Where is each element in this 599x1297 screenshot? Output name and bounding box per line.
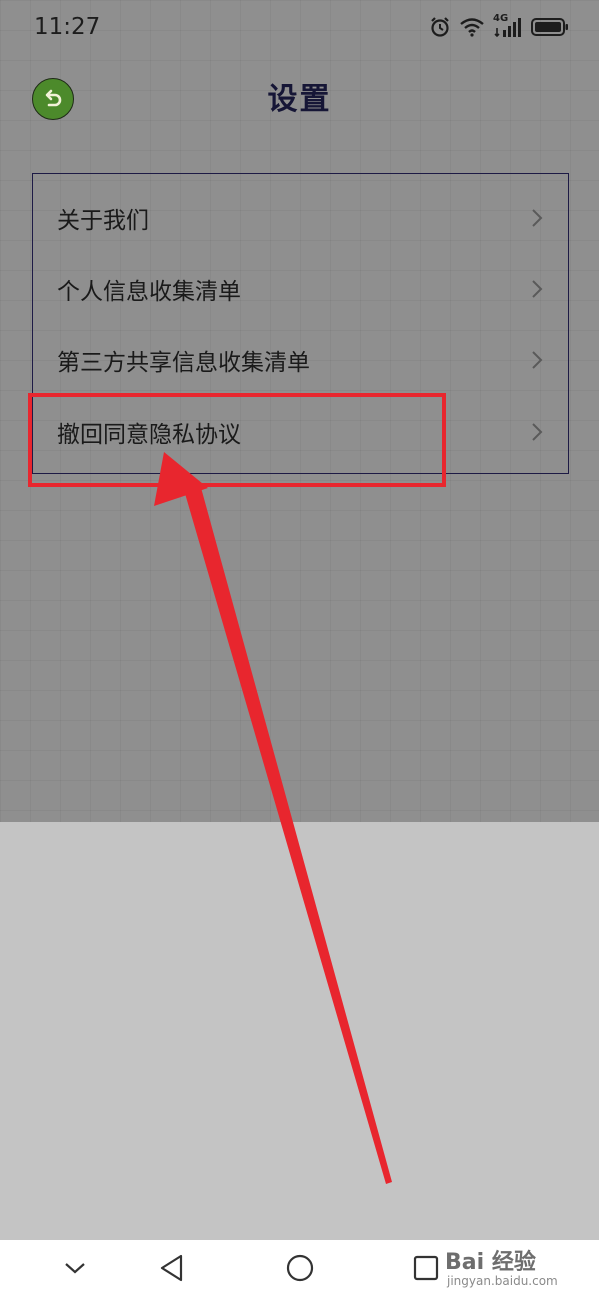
menu-item-label: 关于我们 — [57, 208, 149, 234]
status-icons: 4G — [429, 13, 569, 38]
status-bar: 11:27 4G — [0, 0, 599, 58]
settings-menu: 关于我们 个人信息收集清单 第三方共享信息收集清单 撤回同意隐私协议 — [32, 173, 569, 474]
menu-item-label: 第三方共享信息收集清单 — [57, 350, 310, 376]
menu-item-personal-info-list[interactable]: 个人信息收集清单 — [33, 253, 568, 325]
menu-item-label: 撤回同意隐私协议 — [57, 422, 241, 448]
signal-icon: 4G — [493, 13, 523, 38]
blank-lower-area — [0, 822, 599, 1240]
menu-item-about-us[interactable]: 关于我们 — [33, 182, 568, 254]
chevron-right-icon — [532, 351, 543, 369]
back-triangle-icon[interactable] — [152, 1248, 192, 1288]
home-circle-icon[interactable] — [280, 1248, 320, 1288]
page-title: 设置 — [267, 82, 332, 117]
watermark-url: jingyan.baidu.com — [447, 1274, 558, 1288]
battery-icon — [531, 17, 569, 37]
collapse-icon[interactable] — [55, 1248, 95, 1288]
baidu-jingyan-watermark: Bai 经验 jingyan.baidu.com — [445, 1242, 565, 1292]
navigation-bar: Bai 经验 jingyan.baidu.com — [0, 1240, 599, 1297]
menu-item-third-party-info-list[interactable]: 第三方共享信息收集清单 — [33, 324, 568, 396]
wifi-icon — [459, 17, 485, 37]
watermark-main-text: Bai 经验 — [445, 1250, 536, 1275]
status-time: 11:27 — [34, 14, 101, 40]
recents-square-icon[interactable] — [406, 1248, 446, 1288]
alarm-icon — [429, 16, 451, 38]
chevron-right-icon — [532, 209, 543, 227]
chevron-right-icon — [532, 423, 543, 441]
menu-item-label: 个人信息收集清单 — [57, 279, 241, 305]
chevron-right-icon — [532, 280, 543, 298]
menu-item-withdraw-privacy-consent[interactable]: 撤回同意隐私协议 — [33, 396, 568, 468]
